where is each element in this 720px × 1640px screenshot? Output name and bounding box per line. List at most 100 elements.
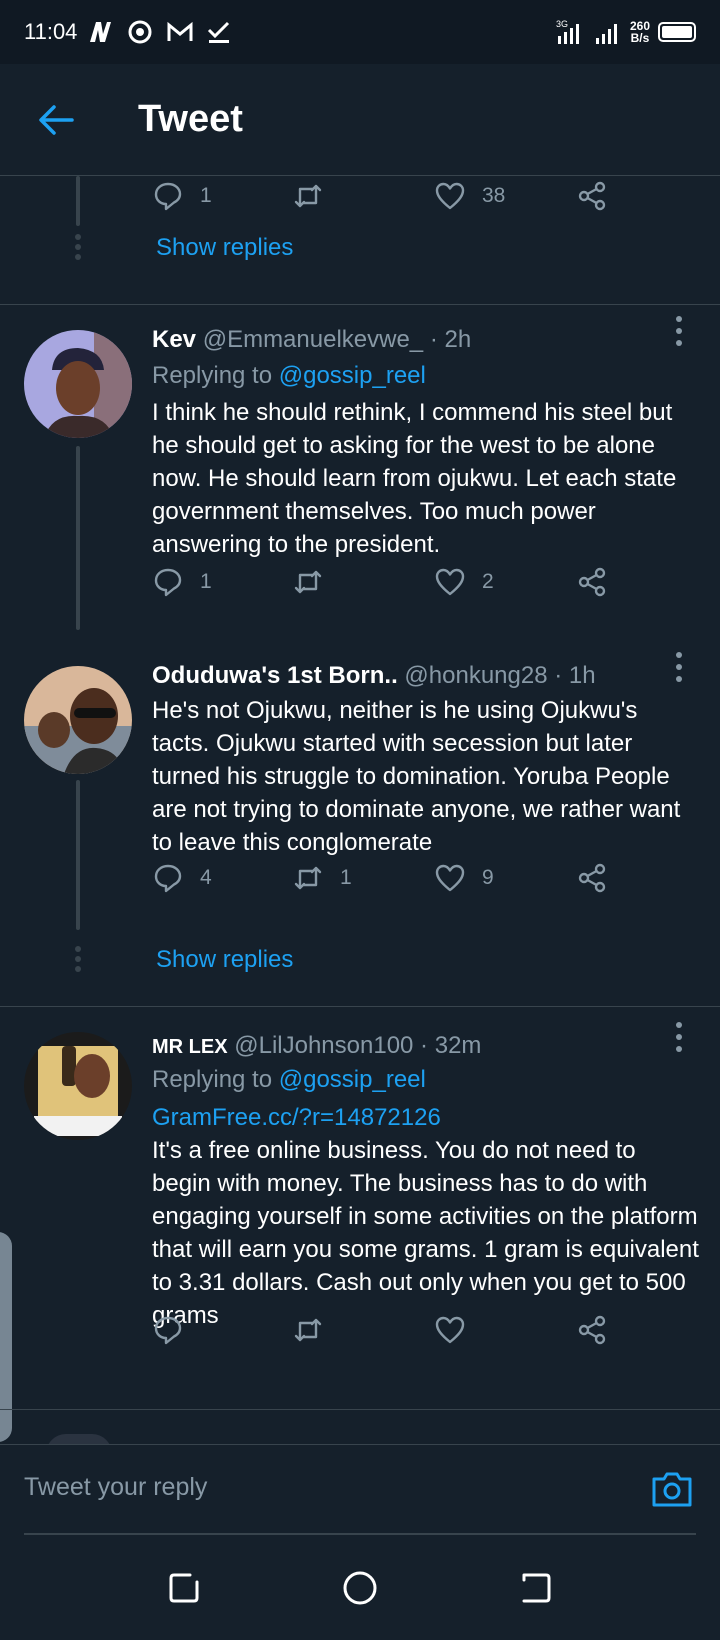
like-count: 38 — [482, 184, 506, 207]
reply-composer: Tweet your reply — [0, 1444, 720, 1536]
svg-text:3G: 3G — [556, 19, 568, 29]
share-icon — [578, 567, 606, 597]
display-name[interactable]: Oduduwa's 1st Born.. — [152, 662, 398, 689]
thread-line — [76, 176, 80, 226]
next-tweet-avatar-peek — [46, 1434, 112, 1444]
back-icon[interactable] — [518, 1570, 554, 1606]
avatar-photo-oduduwa — [24, 666, 132, 774]
more-options-icon[interactable] — [676, 1022, 684, 1058]
tweet-link[interactable]: GramFree.cc/?r=14872126 — [152, 1104, 441, 1132]
avatar[interactable] — [24, 1032, 132, 1140]
avatar-photo-mrlex — [24, 1032, 132, 1140]
show-replies-link[interactable]: Show replies — [156, 234, 293, 262]
back-arrow-icon[interactable] — [36, 100, 76, 140]
retweet-button[interactable] — [292, 562, 324, 602]
reply-underline — [24, 1533, 696, 1535]
system-nav-bar — [0, 1536, 720, 1640]
avatar[interactable] — [24, 330, 132, 438]
heart-icon — [435, 568, 465, 596]
avatar-photo-kev — [24, 330, 132, 438]
page-title: Tweet — [138, 98, 243, 140]
retweet-icon — [294, 1318, 322, 1342]
replying-to: Replying to @gossip_reel — [152, 362, 426, 389]
replies-feed[interactable]: 1 38 Show replies Kev @Emmanuelkevwe_ · … — [0, 176, 720, 1444]
reply-input[interactable]: Tweet your reply — [24, 1473, 207, 1502]
like-button[interactable]: 38 — [434, 176, 505, 216]
share-button[interactable] — [576, 1310, 608, 1350]
edge-panel-handle[interactable] — [0, 1232, 12, 1442]
like-count: 2 — [482, 570, 494, 593]
replying-handle-link[interactable]: @gossip_reel — [279, 362, 426, 389]
retweet-icon — [294, 184, 322, 208]
share-button[interactable] — [576, 858, 608, 898]
battery-icon — [658, 22, 696, 42]
reply-button[interactable]: 1 — [152, 562, 212, 602]
divider — [0, 1006, 720, 1007]
share-icon — [578, 181, 606, 211]
show-replies-link[interactable]: Show replies — [156, 946, 293, 974]
share-icon — [578, 863, 606, 893]
thread-dots — [74, 234, 82, 264]
top-app-bar: Tweet — [0, 64, 720, 176]
handle-time: @LilJohnson100 · 32m — [234, 1032, 482, 1059]
heart-icon — [435, 182, 465, 210]
display-name[interactable]: Kev — [152, 326, 196, 353]
signal-icon — [595, 24, 617, 44]
tweet-header: MR LEX @LilJohnson100 · 32m — [152, 1032, 481, 1060]
retweet-button[interactable] — [292, 176, 324, 216]
handle-time: @honkung28 · 1h — [404, 662, 596, 689]
recents-icon[interactable] — [166, 1570, 202, 1606]
avatar[interactable] — [24, 666, 132, 774]
heart-icon — [435, 864, 465, 892]
netflix-notification-icon — [90, 22, 112, 42]
tweet-text: It's a free online business. You do not … — [152, 1137, 699, 1329]
tweet-header: Oduduwa's 1st Born.. @honkung28 · 1h — [152, 662, 596, 690]
share-icon — [578, 1315, 606, 1345]
thread-dots — [74, 946, 82, 976]
retweet-button[interactable] — [292, 1310, 324, 1350]
reply-button[interactable]: 1 — [152, 176, 212, 216]
retweet-count: 1 — [340, 866, 352, 889]
home-icon[interactable] — [342, 1570, 378, 1606]
signal-3g-icon: 3G — [556, 19, 579, 44]
divider — [0, 1409, 720, 1410]
reply-count: 4 — [200, 866, 212, 889]
check-notification-icon — [208, 21, 230, 43]
reply-icon — [154, 568, 182, 597]
status-time: 11:04 — [24, 19, 78, 44]
net-speed: 260 B/s — [629, 19, 650, 45]
retweet-button[interactable]: 1 — [292, 858, 352, 898]
thread-line — [76, 780, 80, 930]
reply-count: 1 — [200, 570, 212, 593]
like-button[interactable]: 2 — [434, 562, 494, 602]
divider — [0, 304, 720, 305]
reply-count: 1 — [200, 184, 212, 207]
more-options-icon[interactable] — [676, 316, 684, 352]
reply-icon — [154, 1316, 182, 1345]
gmail-notification-icon — [167, 21, 193, 41]
handle-time: @Emmanuelkevwe_ · 2h — [202, 326, 472, 353]
tweet-text: He's not Ojukwu, neither is he using Oju… — [152, 697, 681, 856]
replying-to: Replying to @gossip_reel — [152, 1066, 426, 1093]
like-count: 9 — [482, 866, 494, 889]
chrome-notification-icon — [128, 20, 152, 44]
retweet-icon — [294, 866, 322, 890]
like-button[interactable] — [434, 1310, 466, 1350]
reply-icon — [154, 864, 182, 893]
thread-line — [76, 446, 80, 630]
share-button[interactable] — [576, 176, 608, 216]
tweet-header: Kev @Emmanuelkevwe_ · 2h — [152, 326, 471, 354]
heart-icon — [435, 1316, 465, 1344]
reply-button[interactable] — [152, 1310, 184, 1350]
reply-icon — [154, 182, 182, 211]
more-options-icon[interactable] — [676, 652, 684, 688]
share-button[interactable] — [576, 562, 608, 602]
reply-button[interactable]: 4 — [152, 858, 212, 898]
status-bar: 11:04 3G 260 B/s — [0, 0, 720, 64]
tweet-text: I think he should rethink, I commend his… — [152, 399, 677, 558]
camera-icon[interactable] — [650, 1469, 694, 1509]
retweet-icon — [294, 570, 322, 594]
like-button[interactable]: 9 — [434, 858, 494, 898]
display-name[interactable]: MR LEX — [152, 1036, 228, 1058]
replying-handle-link[interactable]: @gossip_reel — [279, 1066, 426, 1093]
